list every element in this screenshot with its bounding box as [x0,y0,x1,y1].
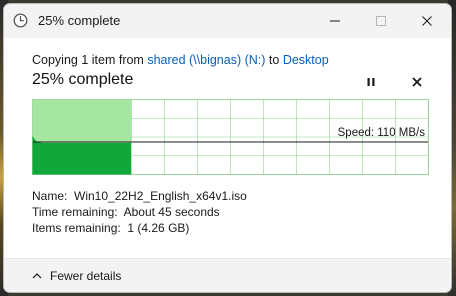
close-icon [422,16,432,26]
name-value: Win10_22H2_English_x64v1.iso [74,189,247,203]
items-remaining-value: 1 (4.26 GB) [127,221,190,235]
time-remaining-value: About 45 seconds [123,205,220,219]
fewer-details-button[interactable]: Fewer details [32,266,121,286]
chevron-up-icon [32,273,42,279]
speed-label: Speed: 110 MB/s [338,127,426,139]
destination-link[interactable]: Desktop [283,53,329,67]
maximize-button[interactable] [358,4,404,38]
progress-panel: Copying 1 item from shared (\\bignas) (N… [4,38,451,258]
copy-connector: to [265,53,283,67]
title-bar[interactable]: 25% complete [4,4,451,38]
items-remaining-label: Items remaining: [32,221,121,235]
name-label: Name: [32,189,68,203]
copy-progress-dialog: 25% complete Copying 1 item from shared … [3,3,452,293]
minimize-icon [330,20,340,22]
name-row: Name: Win10_22H2_English_x64v1.iso [32,188,247,204]
window-title: 25% complete [38,13,121,28]
details-list: Name: Win10_22H2_English_x64v1.iso Time … [32,188,247,236]
transfer-speed-graph: Speed: 110 MB/s [32,99,429,175]
clock-icon [13,13,28,28]
source-link[interactable]: shared (\\bignas) (N:) [147,53,265,67]
minimize-button[interactable] [312,4,358,38]
copy-description: Copying 1 item from shared (\\bignas) (N… [32,53,329,67]
fewer-details-label: Fewer details [50,269,122,283]
time-remaining-label: Time remaining: [32,205,118,219]
footer-bar: Fewer details [4,258,451,292]
items-remaining-row: Items remaining: 1 (4.26 GB) [32,220,247,236]
time-remaining-row: Time remaining: About 45 seconds [32,204,247,220]
pause-button[interactable] [361,72,381,92]
pause-icon [367,78,375,86]
close-button[interactable] [404,4,450,38]
cancel-copy-button[interactable] [407,72,427,92]
copy-prefix: Copying 1 item from [32,53,148,67]
maximize-icon [376,16,386,26]
percent-heading: 25% complete [32,71,134,88]
close-icon [412,77,422,87]
